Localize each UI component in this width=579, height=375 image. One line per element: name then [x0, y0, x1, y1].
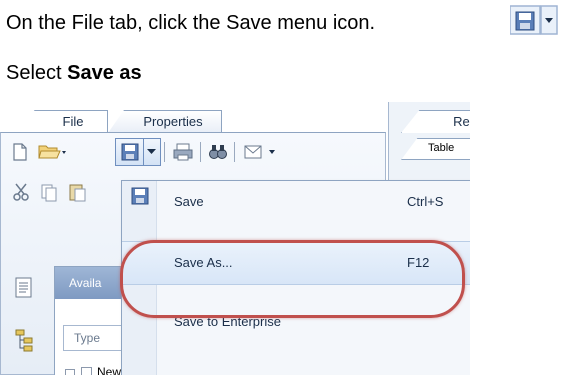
available-objects-panel: Availa Type New Document [54, 266, 179, 375]
tree-structure-icon[interactable] [14, 328, 36, 352]
chevron-down-icon [147, 149, 156, 154]
copy-icon[interactable] [40, 183, 58, 203]
instruction-line-2: Select Save as [6, 62, 142, 85]
save-menu-button[interactable] [115, 138, 161, 166]
menu-item-save-shortcut: Ctrl+S [407, 194, 444, 209]
menu-item-save[interactable]: Save Ctrl+S [122, 181, 470, 223]
instruction-text-1: On the File tab, click the Save menu ico… [6, 12, 376, 34]
tab-properties[interactable]: Properties [108, 110, 222, 133]
print-icon[interactable] [172, 142, 194, 162]
instruction-line-1: On the File tab, click the Save menu ico… [6, 12, 375, 35]
available-objects-header: Availa [55, 267, 125, 299]
highlight-annotation [120, 240, 465, 318]
tab-table[interactable]: Table [401, 138, 470, 160]
save-icon [121, 143, 139, 161]
search-placeholder: Type [74, 331, 101, 345]
cut-icon[interactable] [12, 182, 30, 202]
app-screenshot: File Properties Rep Table [0, 102, 470, 375]
paste-icon[interactable] [68, 182, 86, 202]
tab-table-label: Table [428, 142, 455, 154]
tab-properties-label: Properties [143, 114, 203, 129]
tab-report[interactable]: Rep [401, 110, 470, 133]
available-objects-title: Availa [69, 276, 102, 290]
instruction-text-2-prefix: Select [6, 62, 68, 84]
tab-file-label: File [62, 114, 84, 129]
document-icon[interactable] [14, 276, 34, 300]
save-icon [131, 187, 149, 205]
tree-document-icon [81, 367, 92, 375]
expander-icon [65, 369, 75, 375]
tab-report-label: Rep [453, 114, 470, 129]
menu-item-save-label: Save [174, 194, 204, 209]
email-icon[interactable] [244, 145, 276, 159]
inline-save-menu-icon [509, 4, 570, 42]
open-folder-icon[interactable] [38, 143, 68, 161]
find-icon[interactable] [208, 143, 228, 161]
new-document-icon[interactable] [11, 142, 29, 162]
instruction-text-2-bold: Save as [67, 62, 142, 84]
